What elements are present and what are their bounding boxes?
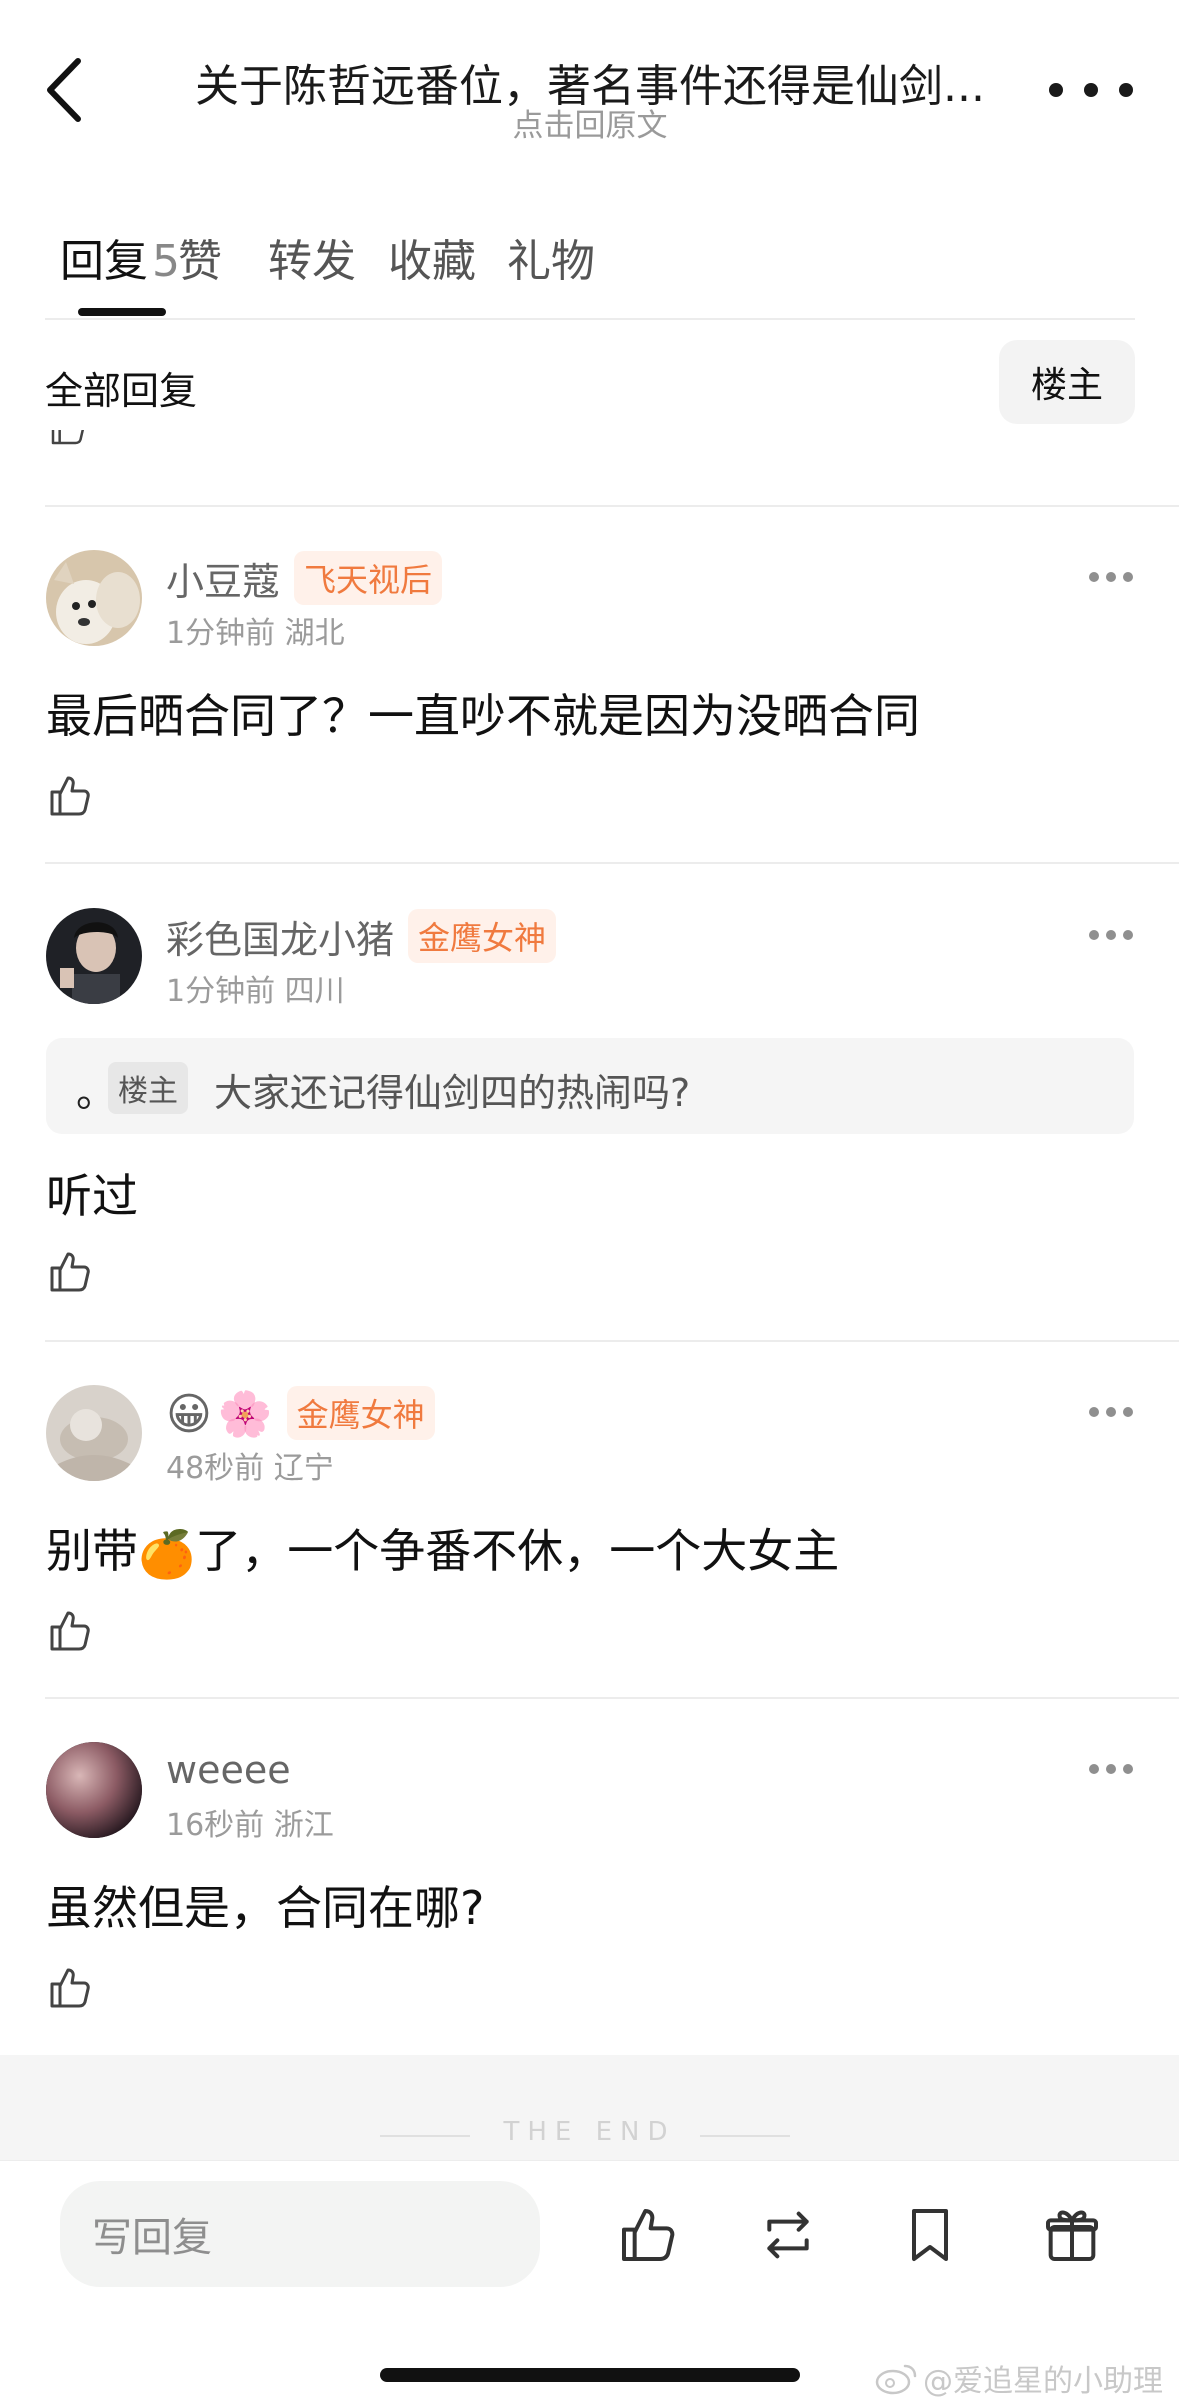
thumbs-up-icon: [622, 2209, 675, 2261]
home-indicator: [380, 2368, 800, 2382]
gift-icon: [1046, 2210, 1098, 2261]
comment-meta: 1分钟前 四川: [166, 966, 345, 1010]
username[interactable]: 彩色国龙小猪: [166, 909, 394, 964]
tab-reposts[interactable]: 转发: [268, 225, 356, 289]
reply-input[interactable]: 写回复: [60, 2181, 540, 2287]
tab-replies-count: 5: [152, 236, 180, 287]
watermark-text: @爱追星的小助理: [923, 2364, 1163, 2399]
username-row: 😀 🌸 金鹰女神: [166, 1385, 435, 1441]
comment-time: 16秒前: [166, 1808, 265, 1843]
username[interactable]: 😀 🌸: [166, 1386, 273, 1441]
quote-text: 大家还记得仙剑四的热闹吗?: [214, 1071, 691, 1115]
gift-button[interactable]: [1040, 2203, 1104, 2267]
divider: [45, 1340, 1179, 1342]
avatar[interactable]: [46, 550, 142, 646]
comment-location: 湖北: [284, 616, 345, 651]
more-icon: [1089, 1764, 1099, 1774]
avatar[interactable]: [46, 1742, 142, 1838]
divider: [700, 2135, 790, 2137]
user-badge: 金鹰女神: [286, 1386, 435, 1440]
divider: [45, 505, 1179, 507]
username-row: 彩色国龙小猪 金鹰女神: [166, 908, 557, 964]
more-icon: [1089, 1407, 1099, 1417]
top-navigation-bar: 关于陈哲远番位，著名事件还得是仙剑... 点击回原文: [0, 0, 1179, 175]
comment-more-button[interactable]: [1089, 1407, 1133, 1419]
tab-gifts[interactable]: 礼物: [507, 225, 595, 289]
avatar[interactable]: [46, 1385, 142, 1481]
avatar[interactable]: [46, 908, 142, 1004]
more-icon: [1089, 930, 1099, 940]
divider: [45, 1697, 1179, 1699]
comment-time: 1分钟前: [166, 616, 276, 651]
all-replies-label: 全部回复: [45, 369, 198, 413]
like-icon[interactable]: [46, 1607, 94, 1655]
op-only-button[interactable]: 楼主: [999, 340, 1135, 424]
username[interactable]: weeee: [166, 1748, 291, 1792]
like-button[interactable]: [616, 2203, 680, 2267]
more-icon: [1049, 83, 1063, 97]
divider: [45, 318, 1135, 320]
chevron-left-icon: [47, 58, 81, 122]
like-icon[interactable]: [48, 430, 88, 460]
comment-text: 虽然但是，合同在哪?: [46, 1881, 485, 1935]
user-badge: 金鹰女神: [408, 909, 557, 963]
comment-meta: 48秒前 辽宁: [166, 1443, 334, 1487]
tab-bar: 回复5 赞 转发 收藏 礼物: [45, 215, 1135, 320]
comment-text-part: 了，一个争番不休，一个大女主: [195, 1524, 840, 1578]
comment-text: 最后晒合同了？一直吵不就是因为没晒合同: [46, 689, 920, 743]
watermark: @爱追星的小助理: [875, 2356, 1163, 2400]
comment-text: 听过: [46, 1169, 138, 1223]
back-button[interactable]: [38, 55, 94, 125]
comment-more-button[interactable]: [1089, 930, 1133, 942]
tab-favorites[interactable]: 收藏: [388, 225, 476, 289]
end-of-list: THE END: [0, 2055, 1179, 2160]
active-tab-indicator: [78, 308, 166, 316]
like-icon[interactable]: [46, 772, 94, 820]
grinning-face-icon: 😀: [166, 1388, 212, 1440]
tab-likes[interactable]: 赞: [178, 225, 222, 289]
comment-text: 别带🍊了，一个争番不休，一个大女主: [46, 1515, 839, 1582]
tab-replies[interactable]: 回复5: [60, 225, 180, 289]
filter-row: 全部回复 楼主: [45, 340, 1135, 426]
end-label: THE END: [503, 2117, 676, 2147]
divider: [45, 862, 1179, 864]
tab-replies-label: 回复: [60, 236, 148, 287]
repost-icon: [767, 2211, 809, 2259]
op-tag: 楼主: [108, 1062, 188, 1114]
comment-meta: 16秒前 浙江: [166, 1800, 334, 1844]
comment-meta: 1分钟前 湖北: [166, 608, 345, 652]
comment-time: 1分钟前: [166, 974, 276, 1009]
comment-location: 辽宁: [273, 1451, 334, 1486]
orange-icon: 🍊: [138, 1527, 196, 1581]
favorite-button[interactable]: [898, 2203, 962, 2267]
like-icon[interactable]: [46, 1248, 94, 1296]
back-to-original-link[interactable]: 点击回原文: [175, 100, 1005, 145]
like-icon[interactable]: [46, 1964, 94, 2012]
weibo-logo-icon: [875, 2364, 917, 2395]
more-options-button[interactable]: [1049, 70, 1133, 110]
comment-location: 四川: [284, 974, 345, 1009]
comment-more-button[interactable]: [1089, 572, 1133, 584]
quoted-reply[interactable]: 。 楼主 大家还记得仙剑四的热闹吗?: [46, 1038, 1134, 1134]
comment-time: 48秒前: [166, 1451, 265, 1486]
repost-button[interactable]: [756, 2203, 820, 2267]
user-badge: 飞天视后: [294, 551, 443, 605]
cherry-blossom-icon: 🌸: [217, 1389, 273, 1440]
bookmark-icon: [912, 2209, 948, 2261]
username-row: weeee: [166, 1742, 291, 1798]
username-row: 小豆蔻 飞天视后: [166, 550, 443, 606]
username[interactable]: 小豆蔻: [166, 551, 280, 606]
comment-text-part: 别带: [46, 1524, 138, 1578]
more-icon: [1089, 572, 1099, 582]
comment-location: 浙江: [273, 1808, 334, 1843]
comment-more-button[interactable]: [1089, 1764, 1133, 1776]
